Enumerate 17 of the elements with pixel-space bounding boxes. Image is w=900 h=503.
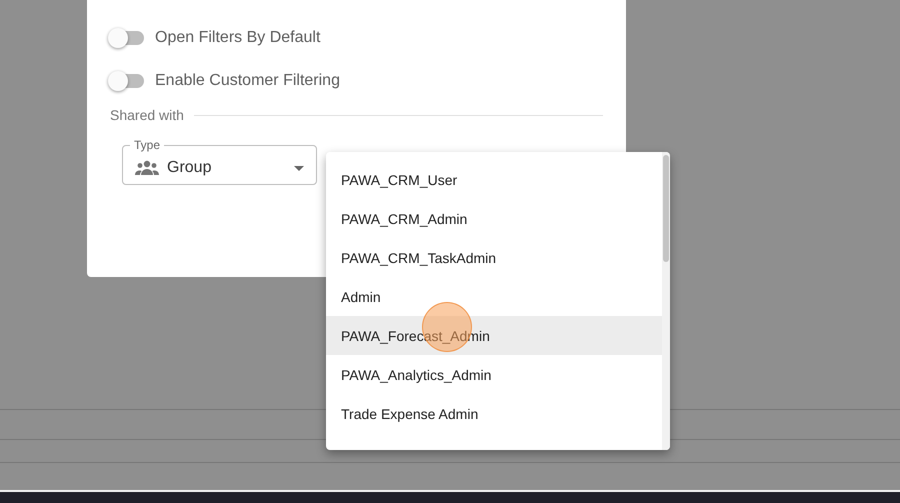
group-icon (135, 160, 159, 176)
menu-item[interactable]: PAWA_CRM_Admin (326, 199, 662, 238)
toggle-switch[interactable] (110, 74, 144, 88)
menu-item[interactable]: PAWA_Analytics_Admin (326, 355, 662, 394)
toggle-label: Enable Customer Filtering (155, 72, 340, 90)
scrollbar[interactable] (662, 152, 670, 450)
type-select[interactable]: Type Group (122, 138, 317, 185)
section-label: Shared with (110, 107, 184, 123)
field-label: Type (133, 138, 162, 152)
menu-item[interactable]: Admin (326, 277, 662, 316)
caret-icon (294, 166, 304, 170)
toggle-switch[interactable] (110, 30, 144, 44)
menu-item[interactable]: Trade Expense Admin (326, 394, 662, 433)
toggle-label: Open Filters By Default (155, 28, 320, 46)
select-value: Group (167, 159, 212, 177)
menu-item[interactable]: PAWA_CRM_User (326, 160, 662, 199)
menu-item[interactable]: PAWA_CRM_TaskAdmin (326, 238, 662, 277)
